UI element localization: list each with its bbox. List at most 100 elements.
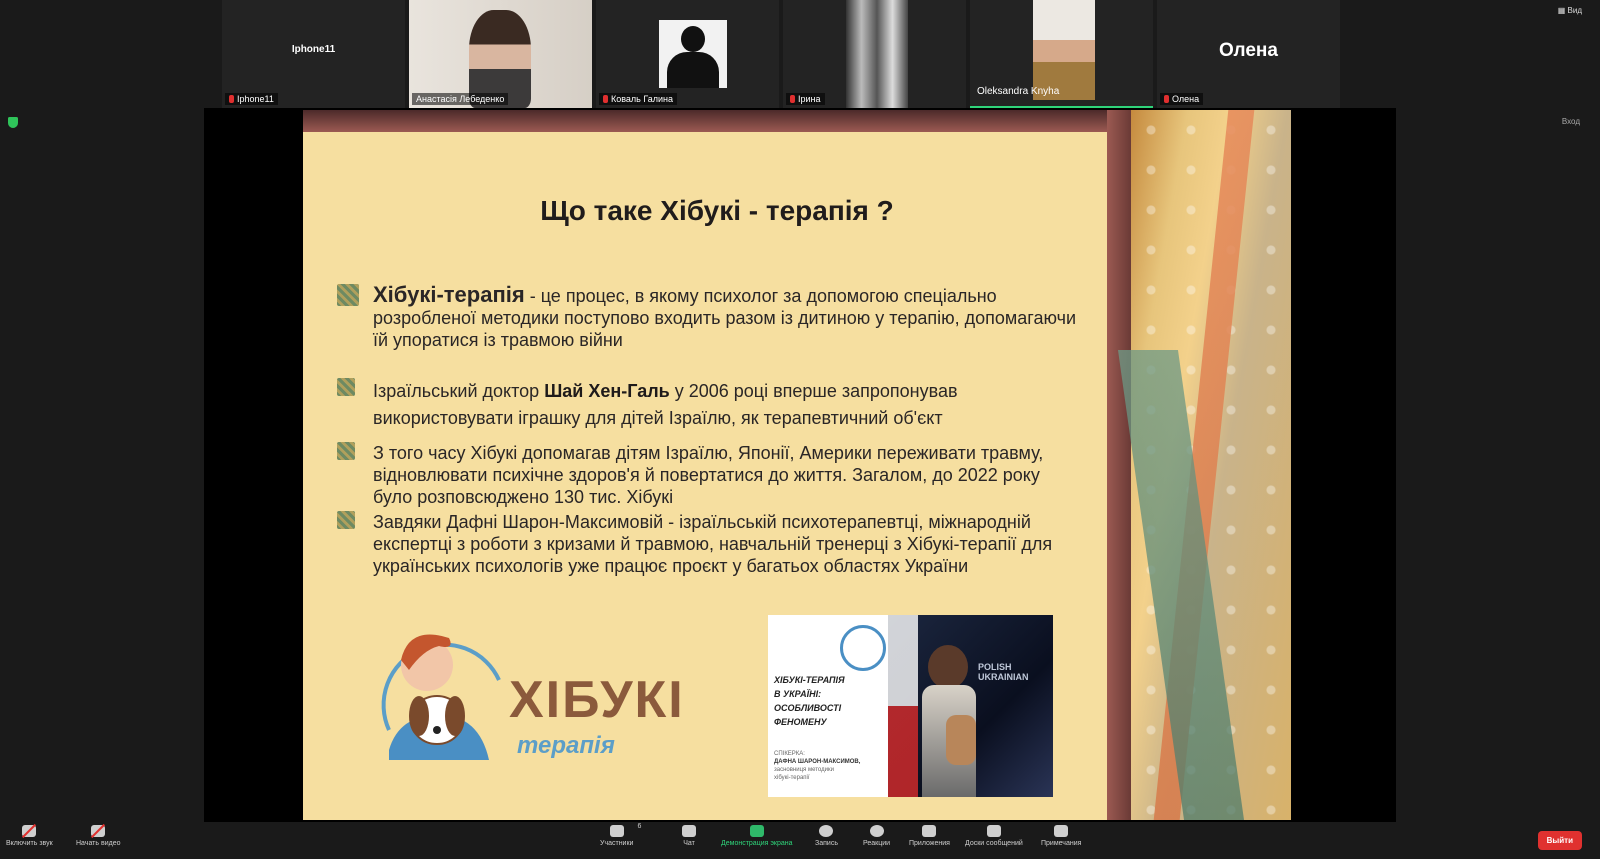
bullet-3-line-1: З того часу Хібукі допомагав дітям Ізраї… bbox=[373, 443, 1044, 463]
speaker-desc: хібукі-терапії bbox=[774, 775, 810, 781]
bullet-marker-icon bbox=[337, 442, 355, 460]
participant-name: Ірина bbox=[798, 94, 821, 104]
enter-label: Вход bbox=[1561, 117, 1580, 126]
record-button[interactable]: Запись bbox=[815, 825, 838, 847]
participants-label: Участники bbox=[600, 840, 634, 847]
bullet-marker-icon bbox=[337, 511, 355, 529]
security-shield-icon[interactable] bbox=[8, 117, 18, 128]
participant-tile[interactable]: Iphone11 Iphone11 bbox=[222, 0, 405, 108]
chat-label: Чат bbox=[683, 840, 695, 847]
apps-label: Приложения bbox=[909, 840, 950, 847]
reactions-label: Реакции bbox=[863, 840, 891, 847]
speaker-name: ДАФНА ШАРОН-МАКСИМОВ, bbox=[774, 759, 861, 765]
participant-tile[interactable]: Олена Олена bbox=[1157, 0, 1340, 108]
bullet-marker-icon bbox=[337, 284, 359, 306]
participant-strip: Iphone11 Iphone11 Анастасія Лебеденко Ко… bbox=[222, 0, 1340, 108]
apps-button[interactable]: Приложения bbox=[909, 825, 950, 847]
participant-tile[interactable]: Анастасія Лебеденко bbox=[409, 0, 592, 108]
bullet-1: Хібукі-терапія - це процес, в якому псих… bbox=[337, 284, 1076, 351]
participant-label: Oleksandra Knyha bbox=[973, 85, 1063, 98]
organization-seal-icon bbox=[840, 625, 886, 671]
event-photo: ХІБУКІ-ТЕРАПІЯ В УКРАЇНІ: ОСОБЛИВОСТІ ФЕ… bbox=[768, 615, 1053, 797]
muted-mic-icon bbox=[790, 95, 795, 103]
photo-speaker: СПІКЕРКА: ДАФНА ШАРОН-МАКСИМОВ, засновни… bbox=[774, 750, 884, 782]
participant-name: Oleksandra Knyha bbox=[977, 86, 1060, 97]
logo-wordmark: ХІБУКІ bbox=[509, 671, 685, 729]
photo-title-line: ФЕНОМЕНУ bbox=[774, 717, 827, 727]
unmute-button[interactable]: Включить звук bbox=[6, 825, 53, 847]
participant-label: Олена bbox=[1160, 93, 1204, 105]
whiteboards-button[interactable]: Доски сообщений bbox=[965, 825, 1023, 847]
bullet-3-line-3: було розповсюджено 130 тис. Хібукі bbox=[373, 487, 674, 507]
participant-tile[interactable]: Oleksandra Knyha bbox=[970, 0, 1153, 108]
bullet-1-line-3: їй упоратися із травмою війни bbox=[373, 330, 623, 350]
record-label: Запись bbox=[815, 840, 838, 847]
logo-subtitle: терапія bbox=[517, 732, 615, 759]
photo-title: ХІБУКІ-ТЕРАПІЯ В УКРАЇНІ: ОСОБЛИВОСТІ ФЕ… bbox=[774, 673, 884, 729]
bullet-2-line-2: використовувати іграшку для дітей Ізраїл… bbox=[373, 408, 943, 428]
start-video-button[interactable]: Начать видео bbox=[76, 825, 120, 847]
bullet-1-term: Хібукі-терапія bbox=[373, 282, 525, 307]
participant-tile[interactable]: Коваль Галина bbox=[596, 0, 779, 108]
hibuki-logo: ХІБУКІ терапія bbox=[379, 620, 709, 780]
slide-decorative-panel bbox=[1117, 110, 1291, 820]
participant-avatar bbox=[846, 0, 908, 108]
participant-label: Ірина bbox=[786, 93, 825, 105]
participant-center-name: Iphone11 bbox=[291, 44, 336, 55]
reactions-icon bbox=[869, 825, 884, 837]
participant-name: Iphone11 bbox=[237, 94, 274, 104]
participant-name: Анастасія Лебеденко bbox=[416, 94, 505, 104]
bullet-2-name: Шай Хен-Галь bbox=[544, 381, 670, 401]
muted-mic-icon bbox=[22, 825, 37, 837]
participants-count: 6 bbox=[637, 823, 642, 830]
slide-title: Що таке Хібукі - терапія ? bbox=[540, 195, 894, 226]
bullet-3-line-2: відновлювати психічне здоров'я й поверта… bbox=[373, 465, 1040, 485]
bullet-2: Ізраїльський доктор Шай Хен-Галь у 2006 … bbox=[337, 378, 958, 432]
leave-meeting-button[interactable]: Выйти bbox=[1537, 831, 1582, 850]
unmute-label: Включить звук bbox=[6, 840, 53, 847]
bullet-3: З того часу Хібукі допомагав дітям Ізраї… bbox=[337, 442, 1043, 508]
photo-title-line: ХІБУКІ-ТЕРАПІЯ bbox=[774, 675, 845, 685]
photo-title-line: В УКРАЇНІ: bbox=[774, 689, 822, 699]
bullet-4-line-1: Завдяки Дафні Шарон-Максимовій - ізраїль… bbox=[373, 512, 1031, 532]
bullet-4: Завдяки Дафні Шарон-Максимовій - ізраїль… bbox=[337, 511, 1052, 577]
speaker-label: СПІКЕРКА: bbox=[774, 751, 805, 757]
participant-label: Коваль Галина bbox=[599, 93, 678, 105]
speaker-desc: засновниця методики bbox=[774, 767, 834, 773]
share-screen-icon bbox=[749, 825, 764, 837]
video-off-icon bbox=[91, 825, 106, 837]
stage-backdrop-text: POLISH UKRAINIAN bbox=[978, 662, 1029, 682]
participant-avatar bbox=[659, 20, 727, 88]
muted-mic-icon bbox=[603, 95, 608, 103]
notes-label: Примечания bbox=[1041, 840, 1082, 847]
participant-label: Анастасія Лебеденко bbox=[412, 93, 509, 105]
bullet-4-line-2: експертці з роботи з кризами й травмою, … bbox=[373, 534, 1053, 554]
whiteboard-icon bbox=[986, 825, 1001, 837]
meeting-toolbar: Включить звук Начать видео 6 Участники Ч… bbox=[0, 822, 1600, 859]
participant-name: Олена bbox=[1172, 94, 1200, 104]
decorative-stripe bbox=[1117, 350, 1245, 820]
participant-name: Коваль Галина bbox=[611, 94, 674, 104]
view-label: Вид bbox=[1567, 6, 1582, 15]
enter-button[interactable]: Вход bbox=[1562, 117, 1580, 126]
boy-with-dog-icon bbox=[381, 634, 501, 760]
participants-icon bbox=[609, 825, 624, 837]
participant-label: Iphone11 bbox=[225, 93, 278, 105]
chat-button[interactable]: Чат bbox=[682, 825, 696, 847]
record-icon bbox=[819, 825, 834, 837]
presentation-slide: Що таке Хібукі - терапія ? Хібукі-терапі… bbox=[303, 110, 1131, 820]
bullet-2-post: у 2006 році вперше запропонував bbox=[669, 381, 958, 401]
notes-icon bbox=[1054, 825, 1069, 837]
start-video-label: Начать видео bbox=[76, 840, 121, 847]
participants-button[interactable]: 6 Участники bbox=[600, 823, 641, 847]
view-button[interactable]: ▦ Вид bbox=[1558, 6, 1582, 15]
participant-center-name: Олена bbox=[1219, 40, 1278, 61]
slide-top-bar bbox=[303, 110, 1131, 132]
reactions-button[interactable]: Реакции bbox=[863, 825, 890, 847]
participant-tile[interactable]: Ірина bbox=[783, 0, 966, 108]
bullet-1-rest: - це процес, в якому психолог за допомог… bbox=[524, 286, 997, 306]
share-screen-label: Демонстрация экрана bbox=[721, 840, 793, 847]
whiteboards-label: Доски сообщений bbox=[965, 840, 1023, 847]
share-screen-button[interactable]: Демонстрация экрана bbox=[721, 825, 793, 847]
notes-button[interactable]: Примечания bbox=[1041, 825, 1081, 847]
